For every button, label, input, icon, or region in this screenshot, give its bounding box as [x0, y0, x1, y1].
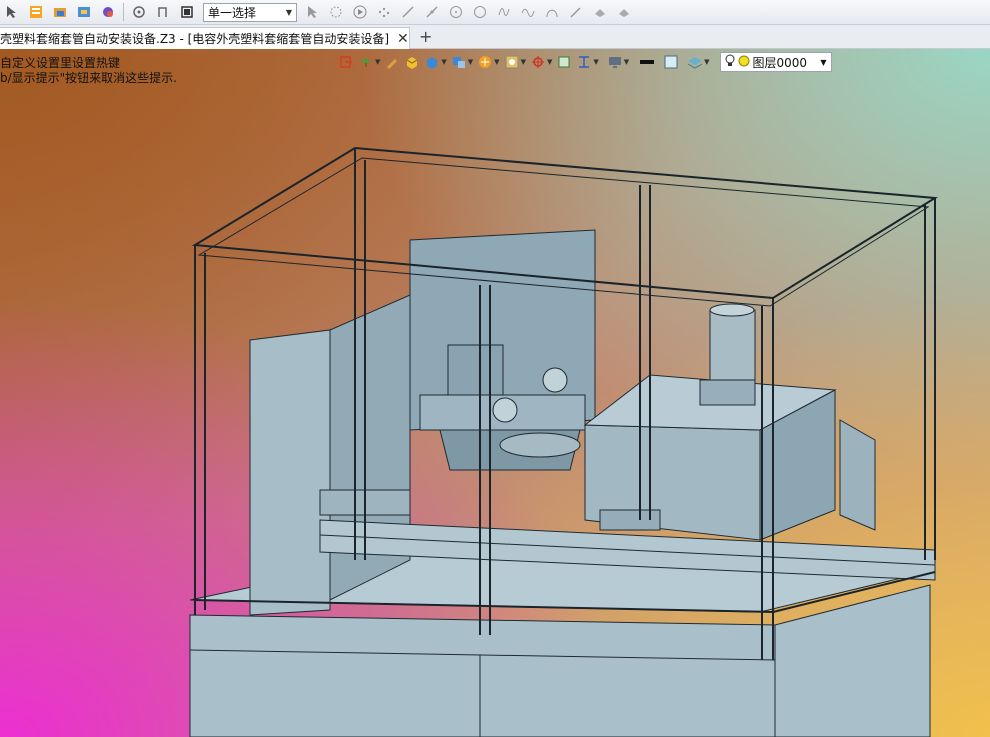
- chevron-down-icon[interactable]: ▼: [593, 58, 598, 66]
- arch-icon[interactable]: [543, 3, 561, 21]
- add-tab-button[interactable]: +: [419, 27, 432, 46]
- box-icon[interactable]: [404, 54, 420, 70]
- play-icon[interactable]: [351, 3, 369, 21]
- bulb-icon[interactable]: [725, 54, 735, 71]
- close-icon[interactable]: ✕: [397, 31, 409, 47]
- hat2-icon[interactable]: [615, 3, 633, 21]
- frame-icon[interactable]: [556, 54, 572, 70]
- hint-line-2: b/显示提示"按钮来取消这些提示.: [0, 71, 177, 85]
- cursor-icon[interactable]: [3, 3, 21, 21]
- chevron-down-icon[interactable]: ▼: [704, 58, 709, 66]
- export-icon[interactable]: [99, 3, 117, 21]
- chevron-down-icon[interactable]: ▼: [375, 58, 380, 66]
- curve-icon[interactable]: [154, 3, 172, 21]
- layers-icon[interactable]: [687, 54, 703, 70]
- line2-icon[interactable]: [423, 3, 441, 21]
- hat-icon[interactable]: [591, 3, 609, 21]
- axis-icon[interactable]: [530, 54, 546, 70]
- layer-dropdown[interactable]: 图层0000 ▼: [719, 52, 832, 72]
- select-mode-dropdown[interactable]: 单一选择 ▼: [203, 2, 297, 22]
- main-toolbar: 单一选择 ▼: [0, 0, 990, 25]
- separator: [123, 3, 124, 21]
- monitor-icon[interactable]: [607, 54, 623, 70]
- import-icon[interactable]: [75, 3, 93, 21]
- select-mode-value: 单一选择: [208, 5, 257, 20]
- chevron-down-icon[interactable]: ▼: [468, 58, 473, 66]
- layer-color-icon: [738, 55, 750, 70]
- machine-model: [189, 146, 939, 737]
- chevron-down-icon[interactable]: ▼: [624, 58, 629, 66]
- fill-color-icon[interactable]: [663, 54, 679, 70]
- list-icon[interactable]: [27, 3, 45, 21]
- lasso-icon[interactable]: [327, 3, 345, 21]
- wave-icon[interactable]: [519, 3, 537, 21]
- exit-icon[interactable]: [338, 54, 354, 70]
- tab-document[interactable]: 壳塑料套缩套管自动安装设备.Z3 - [电容外壳塑料套缩套管自动安装设备] ✕: [0, 27, 410, 49]
- rotate-icon[interactable]: [130, 3, 148, 21]
- pen-icon[interactable]: [567, 3, 585, 21]
- views-icon[interactable]: [451, 54, 467, 70]
- cube-icon[interactable]: [424, 54, 440, 70]
- chevron-down-icon: ▼: [820, 57, 827, 67]
- circle-icon[interactable]: [471, 3, 489, 21]
- line-color-icon[interactable]: [639, 54, 655, 70]
- tab-title: 壳塑料套缩套管自动安装设备.Z3 - [电容外壳塑料套缩套管自动安装设备]: [0, 32, 389, 46]
- line-icon[interactable]: [399, 3, 417, 21]
- pointer-icon[interactable]: [303, 3, 321, 21]
- chevron-down-icon: ▼: [285, 7, 292, 17]
- chevron-down-icon[interactable]: ▼: [441, 58, 446, 66]
- pencil-icon[interactable]: [384, 54, 400, 70]
- layer-name: 图层0000: [752, 55, 808, 70]
- tree-icon[interactable]: [358, 54, 374, 70]
- view-toolbar: ▼ ▼ ▼ ▼ ▼ ▼ ▼ ▼ ▼ 图层0000 ▼: [334, 52, 832, 72]
- chevron-down-icon[interactable]: ▼: [547, 58, 552, 66]
- render-icon[interactable]: [477, 54, 493, 70]
- shade-icon[interactable]: [504, 54, 520, 70]
- spline-icon[interactable]: [495, 3, 513, 21]
- stop-icon[interactable]: [178, 3, 196, 21]
- snap-icon[interactable]: [375, 3, 393, 21]
- document-tabbar: 壳塑料套缩套管自动安装设备.Z3 - [电容外壳塑料套缩套管自动安装设备] ✕ …: [0, 25, 990, 49]
- chevron-down-icon[interactable]: ▼: [521, 58, 526, 66]
- circle-center-icon[interactable]: [447, 3, 465, 21]
- chevron-down-icon[interactable]: ▼: [494, 58, 499, 66]
- folder-icon[interactable]: [51, 3, 69, 21]
- dimension-icon[interactable]: [576, 54, 592, 70]
- 3d-viewport[interactable]: 自定义设置里设置热键 b/显示提示"按钮来取消这些提示. ▼ ▼ ▼ ▼ ▼ ▼…: [0, 49, 990, 737]
